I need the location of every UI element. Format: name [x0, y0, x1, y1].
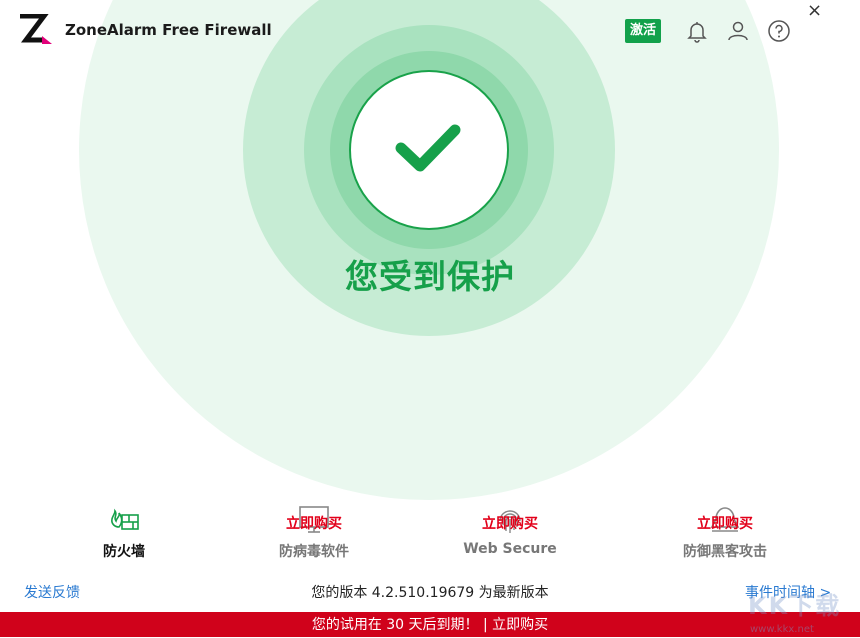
zonealarm-logo-icon: [20, 14, 52, 44]
buy-now-link[interactable]: 立即购买: [214, 513, 414, 533]
trial-banner: 您的试用在 30 天后到期！ | 立即购买: [0, 612, 860, 637]
close-button[interactable]: ×: [807, 0, 822, 21]
bell-icon[interactable]: [685, 19, 709, 43]
app-title: ZoneAlarm Free Firewall: [65, 21, 272, 39]
feature-firewall[interactable]: 防火墙: [24, 505, 224, 561]
banner-separator: |: [478, 617, 493, 633]
protection-status: 您受到保护: [345, 257, 515, 296]
version-info: 您的版本 4.2.510.19679 为最新版本: [311, 585, 549, 601]
feature-anti-hacker[interactable]: 立即购买 防御黑客攻击: [625, 505, 825, 561]
feature-web-secure-label: Web Secure: [463, 541, 557, 557]
user-icon[interactable]: [726, 19, 750, 43]
help-icon[interactable]: [767, 19, 791, 43]
feature-antivirus-label: 防病毒软件: [279, 544, 349, 560]
feature-anti-hacker-label: 防御黑客攻击: [683, 544, 767, 560]
buy-now-link[interactable]: 立即购买: [625, 513, 825, 533]
firewall-icon: [111, 508, 139, 530]
trial-expiry-text: 您的试用在 30 天后到期！: [311, 617, 479, 633]
feature-web-secure[interactable]: 立即购买 Web Secure: [410, 505, 610, 557]
feature-antivirus[interactable]: 立即购买 防病毒软件: [214, 505, 414, 561]
watermark: KK下载: [748, 592, 842, 620]
activate-button[interactable]: 激活: [625, 19, 661, 43]
watermark-url: www.kkx.net: [750, 624, 814, 635]
feature-firewall-label: 防火墙: [103, 544, 145, 560]
buy-now-link[interactable]: 立即购买: [410, 513, 610, 533]
banner-buy-now-link[interactable]: 立即购买: [492, 617, 548, 633]
checkmark-icon: [395, 124, 461, 172]
